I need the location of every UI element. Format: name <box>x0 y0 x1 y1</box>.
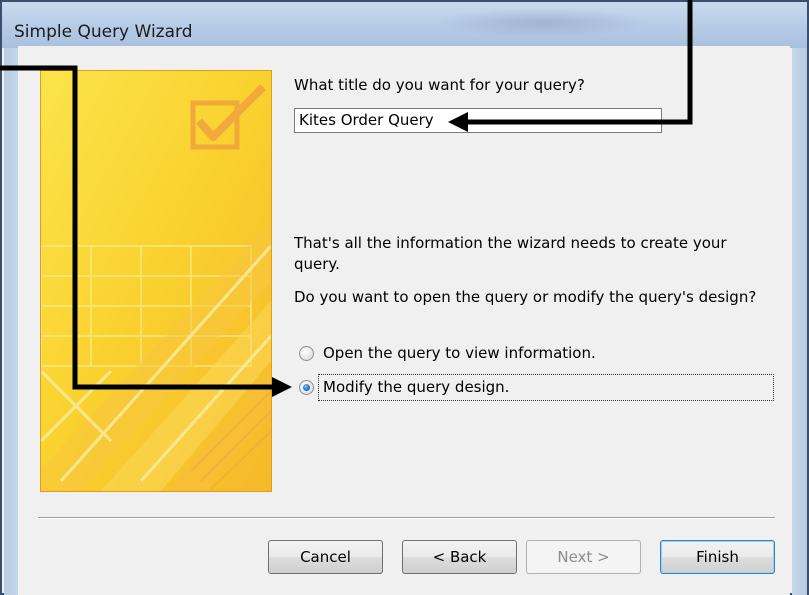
modify-design-label[interactable]: Modify the query design. <box>323 378 509 396</box>
open-query-radio[interactable] <box>299 345 314 361</box>
banner-graphic <box>41 71 271 491</box>
info-text-line1: That's all the information the wizard ne… <box>294 234 727 252</box>
button-separator <box>38 517 775 519</box>
next-button[interactable]: Next > <box>526 540 641 574</box>
window-frame-right <box>792 48 807 595</box>
back-button[interactable]: < Back <box>402 540 517 574</box>
finish-button[interactable]: Finish <box>660 540 775 574</box>
query-title-input[interactable]: Kites Order Query <box>294 108 662 133</box>
info-text-line2: query. <box>294 255 340 273</box>
option-modify-design[interactable]: Modify the query design. <box>299 378 509 396</box>
title-bar[interactable]: Simple Query Wizard <box>2 2 807 48</box>
title-bar-glow <box>432 8 652 38</box>
query-title-prompt: What title do you want for your query? <box>294 76 585 94</box>
open-query-label[interactable]: Open the query to view information. <box>323 344 596 362</box>
wizard-banner-image <box>40 70 272 492</box>
modify-design-radio[interactable] <box>299 379 314 395</box>
cancel-button[interactable]: Cancel <box>268 540 383 574</box>
option-open-query[interactable]: Open the query to view information. <box>299 344 596 362</box>
window-title: Simple Query Wizard <box>14 22 193 42</box>
open-or-modify-prompt: Do you want to open the query or modify … <box>294 288 757 306</box>
